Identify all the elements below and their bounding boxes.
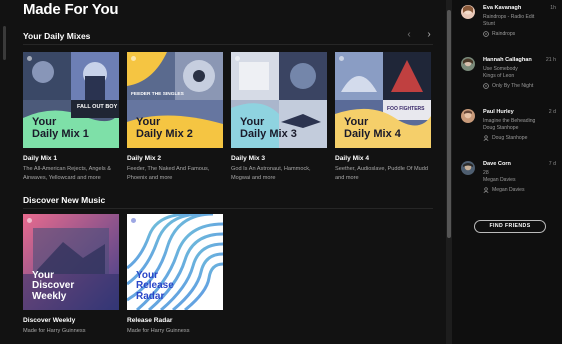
friend-name[interactable]: Hannah Callaghan	[483, 57, 532, 63]
spotify-logo-icon	[27, 56, 32, 61]
artist-icon	[483, 187, 489, 193]
card-title[interactable]: Discover Weekly	[23, 317, 75, 324]
context-source[interactable]: Raindrops	[483, 31, 515, 37]
daily-mix-card-1[interactable]: FALL OUT BOY Your Daily Mix 1 Daily Mix …	[23, 52, 119, 181]
track-name[interactable]: Imagine the Beheading	[483, 118, 535, 124]
artist-name[interactable]: Kings of Leon	[483, 73, 514, 79]
daily-mix-card-3[interactable]: Your Daily Mix 3 Daily Mix 3 God Is An A…	[231, 52, 327, 181]
chevron-left-icon[interactable]: ‹	[404, 30, 414, 40]
friend-name[interactable]: Eva Kavanagh	[483, 5, 521, 11]
card-subtitle: Made for Harry Guinness	[127, 328, 190, 334]
avatar[interactable]	[461, 109, 475, 123]
activity-time: 21 h	[545, 57, 556, 63]
card-title[interactable]: Daily Mix 4	[335, 155, 369, 162]
avatar[interactable]	[461, 161, 475, 175]
spotify-logo-icon	[131, 56, 136, 61]
cover-label: Your Daily Mix 2	[136, 116, 193, 140]
avatar[interactable]	[461, 5, 475, 19]
page-title: Made For You	[23, 1, 119, 18]
track-name[interactable]: Raindrops - Radio Edit	[483, 14, 534, 20]
cover-label: Your Discover Weekly	[32, 269, 75, 302]
carousel-nav: ‹ ›	[404, 30, 434, 40]
cover-band-text: FOO FIGHTERS	[387, 106, 425, 112]
track-name[interactable]: 28	[483, 170, 489, 176]
section-divider	[23, 44, 433, 45]
card-title[interactable]: Daily Mix 1	[23, 155, 57, 162]
playlist-icon	[483, 31, 489, 37]
left-scroll-indicator[interactable]	[3, 26, 6, 60]
avatar[interactable]	[461, 57, 475, 71]
artist-name[interactable]: Megan Davies	[483, 177, 516, 183]
daily-mix-card-4[interactable]: FOO FIGHTERS Your Daily Mix 4 Daily Mix …	[335, 52, 431, 181]
discover-weekly-card[interactable]: Your Discover Weekly Discover Weekly Mad…	[23, 214, 119, 334]
section-title-daily-mixes: Your Daily Mixes	[23, 31, 91, 41]
section-divider	[23, 208, 433, 209]
friend-name[interactable]: Dave Corn	[483, 161, 511, 167]
daily-mix-2-cover[interactable]: FEEDER THE SINGLES Your Daily Mix 2	[127, 52, 223, 148]
card-subtitle: The All-American Rejects, Angels & Airwa…	[23, 166, 111, 181]
spotify-logo-icon	[131, 218, 136, 223]
context-source[interactable]: Megan Davies	[483, 187, 525, 193]
card-title[interactable]: Release Radar	[127, 317, 172, 324]
discover-weekly-cover[interactable]: Your Discover Weekly	[23, 214, 119, 310]
cover-label: Your Daily Mix 3	[240, 116, 297, 140]
spotify-logo-icon	[27, 218, 32, 223]
card-title[interactable]: Daily Mix 2	[127, 155, 161, 162]
daily-mix-card-2[interactable]: FEEDER THE SINGLES Your Daily Mix 2 Dail…	[127, 52, 223, 181]
album-icon	[483, 83, 489, 89]
card-subtitle: Seether, Audioslave, Puddle Of Mudd and …	[335, 166, 428, 181]
cover-label: Your Daily Mix 4	[344, 116, 401, 140]
friend-activity-panel: Eva Kavanagh 1h Raindrops - Radio Edit S…	[452, 0, 562, 344]
context-source[interactable]: Only By The Night	[483, 83, 533, 89]
artist-icon	[483, 135, 489, 141]
artist-name[interactable]: Stunt	[483, 21, 495, 27]
main-content: Made For You Your Daily Mixes ‹ › FALL O…	[0, 0, 446, 344]
card-subtitle: God Is An Astronaut, Hammock, Mogwai and…	[231, 166, 311, 181]
scrollbar-thumb[interactable]	[447, 10, 451, 238]
chevron-right-icon[interactable]: ›	[424, 30, 434, 40]
activity-time: 1h	[550, 5, 556, 11]
friend-name[interactable]: Paul Hurley	[483, 109, 514, 115]
cover-label: Your Daily Mix 1	[32, 116, 89, 140]
spotify-logo-icon	[339, 56, 344, 61]
cover-band-text: FALL OUT BOY	[77, 104, 118, 110]
spotify-window: Made For You Your Daily Mixes ‹ › FALL O…	[0, 0, 562, 344]
card-title[interactable]: Daily Mix 3	[231, 155, 265, 162]
section-title-discover: Discover New Music	[23, 195, 106, 205]
activity-time: 2 d	[548, 109, 556, 115]
artist-name[interactable]: Doug Stanhope	[483, 125, 518, 131]
spotify-logo-icon	[235, 56, 240, 61]
daily-mix-1-cover[interactable]: FALL OUT BOY Your Daily Mix 1	[23, 52, 119, 148]
release-radar-cover[interactable]: Your Release Radar	[127, 214, 223, 310]
cover-label: Your Release Radar	[136, 269, 174, 302]
track-name[interactable]: Use Somebody	[483, 66, 518, 72]
cover-band-text: FEEDER THE SINGLES	[131, 92, 184, 97]
context-source[interactable]: Doug Stanhope	[483, 135, 527, 141]
activity-time: 7 d	[548, 161, 556, 167]
find-friends-button[interactable]: FIND FRIENDS	[474, 220, 546, 233]
card-subtitle: Made for Harry Guinness	[23, 328, 86, 334]
release-radar-card[interactable]: Your Release Radar Release Radar Made fo…	[127, 214, 223, 334]
card-subtitle: Feeder, The Naked And Famous, Phoenix an…	[127, 166, 210, 181]
daily-mix-3-cover[interactable]: Your Daily Mix 3	[231, 52, 327, 148]
daily-mix-4-cover[interactable]: FOO FIGHTERS Your Daily Mix 4	[335, 52, 431, 148]
